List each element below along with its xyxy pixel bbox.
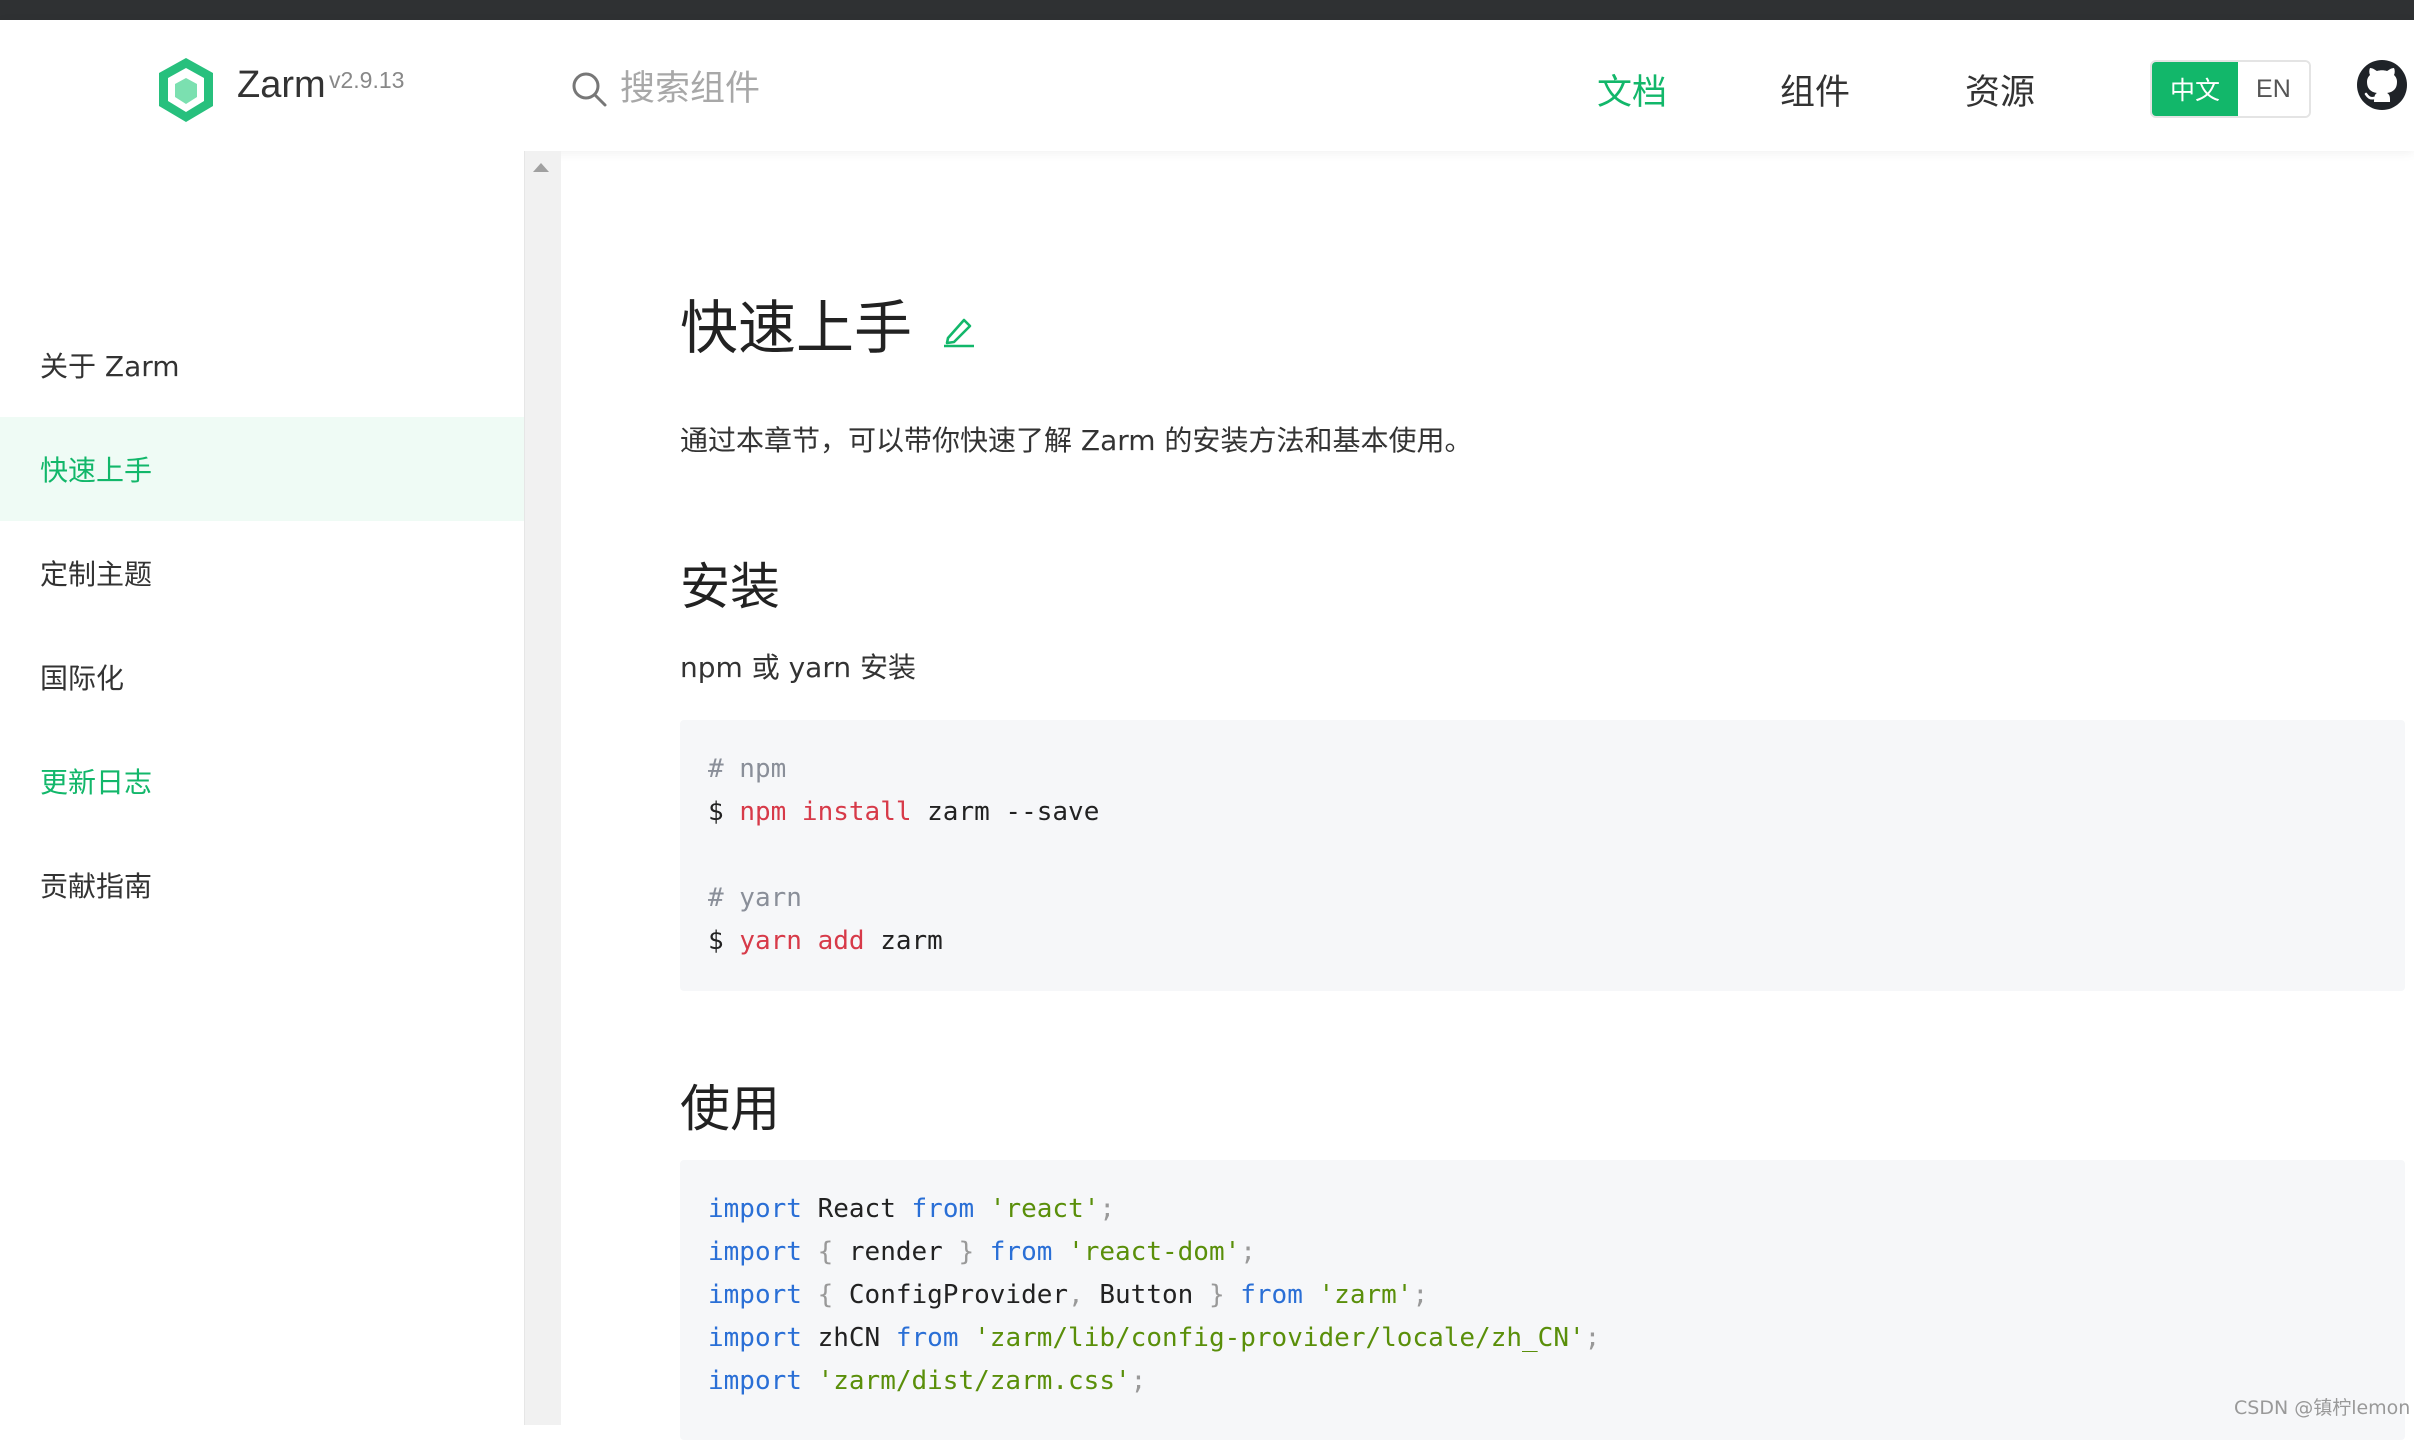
lang-en-button[interactable]: EN [2238,62,2309,116]
code-string: 'zarm/lib/config-provider/locale/zh_CN' [974,1323,1585,1353]
sidebar-item-theme[interactable]: 定制主题 [0,521,524,625]
code-keyword: from [911,1194,975,1224]
search-box[interactable] [570,65,990,113]
sidebar: 关于 Zarm 快速上手 定制主题 国际化 更新日志 贡献指南 [0,151,524,1425]
site-header: Zarm v2.9.13 文档 组件 资源 中文 EN [0,20,2414,151]
github-icon[interactable] [2355,58,2409,112]
code-keyword: import [708,1194,802,1224]
install-code-block: # npm $ npm install zarm --save # yarn $… [680,720,2405,991]
code-identifier: ConfigProvider [848,1280,1069,1310]
code-keyword: from [989,1237,1053,1267]
code-punct: ; [1099,1194,1116,1224]
zarm-logo-icon[interactable] [155,56,217,124]
code-punct: } [958,1237,975,1267]
sidebar-item-quick-start[interactable]: 快速上手 [0,417,524,521]
code-string: 'react-dom' [1068,1237,1241,1267]
sidebar-item-about[interactable]: 关于 Zarm [0,313,524,417]
lang-zh-button[interactable]: 中文 [2152,62,2239,116]
usage-code-block: import React from 'react'; import { rend… [680,1160,2405,1440]
code-string: 'zarm' [1318,1280,1413,1310]
browser-top-strip [0,0,2414,20]
edit-icon[interactable] [942,312,976,348]
nav-docs[interactable]: 文档 [1597,64,1667,115]
language-switch: 中文 EN [2150,60,2311,118]
code-args: zarm [880,926,943,956]
code-comment: # yarn [708,883,802,913]
code-punct: } [1208,1280,1225,1310]
code-string: 'zarm/dist/zarm.css' [817,1366,1131,1396]
sidebar-item-contributing[interactable]: 贡献指南 [0,833,524,937]
install-desc: npm 或 yarn 安装 [680,651,916,684]
code-punct: ; [1240,1237,1256,1267]
version-label: v2.9.13 [329,67,405,93]
code-punct: ; [1412,1280,1429,1310]
code-punct: { [817,1237,834,1267]
code-keyword: import [708,1366,802,1396]
code-punct: ; [1584,1323,1601,1353]
watermark: CSDN @镇柠lemon [2234,1397,2411,1419]
brand-name[interactable]: Zarm [237,64,326,107]
code-punct: ; [1130,1366,1147,1396]
code-args: zarm --save [927,797,1100,827]
code-prompt: $ [708,926,724,956]
code-identifier: zhCN [817,1323,881,1353]
sidebar-item-changelog[interactable]: 更新日志 [0,729,524,833]
nav-components[interactable]: 组件 [1780,64,1850,115]
code-identifier: render [848,1237,943,1267]
install-heading: 安装 [680,558,780,616]
search-icon [572,72,607,107]
nav-resources[interactable]: 资源 [1965,64,2035,115]
code-comment: # npm [708,754,787,784]
code-identifier: Button [1099,1280,1194,1310]
page-title-row: 快速上手 [680,281,976,365]
code-punct: , [1068,1280,1084,1310]
scroll-up-arrow-icon[interactable] [533,163,549,172]
code-prompt: $ [708,797,724,827]
intro-text: 通过本章节，可以带你快速了解 Zarm 的安装方法和基本使用。 [680,424,1473,457]
code-punct: { [817,1280,834,1310]
sidebar-item-i18n[interactable]: 国际化 [0,625,524,729]
usage-heading: 使用 [680,1080,780,1138]
code-keyword: from [895,1323,959,1353]
search-input[interactable] [618,68,982,110]
code-string: 'react' [989,1194,1100,1224]
code-keyword: import [708,1237,802,1267]
code-command: npm install [739,797,912,827]
page-title: 快速上手 [680,294,913,362]
code-identifier: React [817,1194,896,1224]
code-keyword: import [708,1323,802,1353]
code-command: yarn add [739,926,865,956]
code-keyword: from [1240,1280,1303,1310]
sidebar-scrollbar[interactable] [524,151,561,1425]
code-keyword: import [708,1280,802,1310]
